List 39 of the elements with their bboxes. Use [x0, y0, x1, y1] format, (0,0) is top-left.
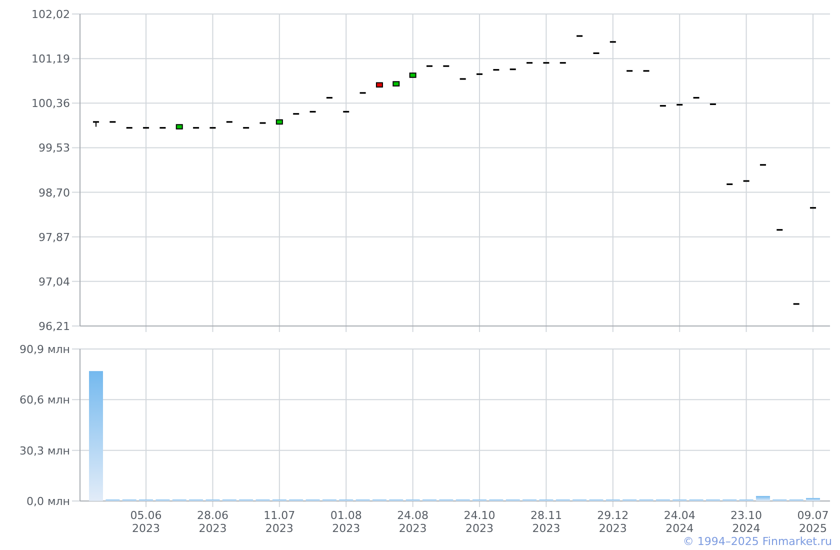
volume-bar — [756, 496, 770, 501]
axis-label: 28.06 2023 — [196, 509, 228, 535]
axis-label: 11.07 2023 — [264, 509, 296, 535]
axis-label: 99,53 — [38, 142, 70, 155]
candle — [93, 121, 99, 128]
axis-label: 60,6 млн — [19, 394, 70, 407]
candle — [392, 81, 400, 86]
axis-label: 09.07 2025 — [797, 509, 829, 535]
axis-label: 0,0 млн — [26, 495, 70, 508]
axis-label: 29.12 2023 — [597, 509, 629, 535]
candle — [276, 119, 283, 125]
axis-label: 97,87 — [38, 230, 70, 244]
candle — [726, 183, 733, 186]
axis-label: 01.08 2023 — [330, 509, 362, 535]
axis-label: 24.08 2023 — [397, 509, 429, 535]
candle — [693, 96, 700, 99]
axis-label: 23.10 2024 — [730, 509, 762, 535]
candle — [310, 110, 316, 113]
candle — [710, 103, 716, 106]
axis-label: 100,36 — [32, 97, 70, 110]
copyright-text: © 1994–2025 Finmarket.ru — [682, 535, 832, 549]
volume-bar — [806, 498, 820, 501]
candle — [176, 124, 183, 130]
candle — [409, 72, 416, 78]
axis-label: 97,04 — [38, 275, 70, 288]
axis-label: 05.06 2023 — [130, 509, 162, 535]
axis-label: 24.04 2024 — [664, 509, 696, 535]
candle — [676, 104, 683, 106]
candle — [376, 82, 383, 88]
axis-label: 96,21 — [38, 320, 70, 333]
candle — [343, 110, 350, 113]
candle — [326, 96, 332, 99]
axis-label: 101,19 — [32, 52, 70, 66]
axis-label: 24.10 2023 — [464, 509, 496, 535]
axis-label: 28.11 2023 — [530, 509, 562, 535]
axis-label: 98,70 — [38, 186, 70, 200]
axis-label: 30,3 млн — [19, 444, 70, 458]
axis-label: 90,9 млн — [19, 343, 70, 356]
axis-label: 102,02 — [32, 8, 70, 21]
